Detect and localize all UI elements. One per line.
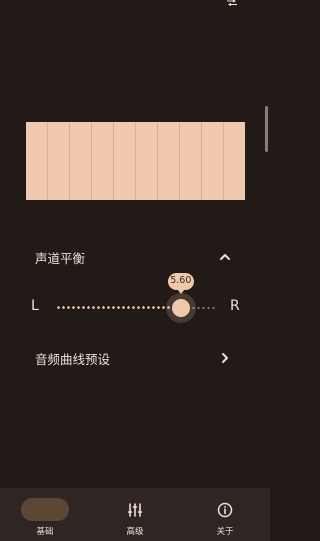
eq-band[interactable] (180, 122, 202, 200)
scroll-indicator[interactable] (265, 106, 268, 152)
nav-advanced[interactable]: 高级 (90, 488, 180, 541)
nav-basic[interactable]: 基础 (0, 488, 90, 541)
nav-basic-label: 基础 (36, 527, 54, 537)
eq-band[interactable] (26, 122, 48, 200)
info-icon (217, 502, 233, 517)
slider-thumb[interactable] (171, 299, 190, 317)
chevron-up-icon[interactable] (218, 250, 232, 264)
tune-sliders-icon (127, 502, 143, 517)
eq-band[interactable] (158, 122, 180, 200)
slider-left-label: L (31, 298, 39, 314)
nav-advanced-label: 高级 (126, 527, 144, 537)
channel-balance-header[interactable]: 声道平衡 (35, 245, 232, 269)
audio-presets-title: 音频曲线预设 (35, 351, 111, 367)
channel-balance-title: 声道平衡 (35, 250, 86, 266)
eq-band[interactable] (92, 122, 114, 200)
swap-icon (227, 0, 237, 6)
nav-about[interactable]: 关于 (180, 488, 270, 541)
chevron-right-icon (222, 353, 228, 363)
slider-track-active (56, 306, 181, 309)
eq-band[interactable] (70, 122, 92, 200)
eq-band[interactable] (202, 122, 224, 200)
nav-active-pill (21, 498, 69, 521)
eq-band[interactable] (136, 122, 158, 200)
balance-slider[interactable]: L R 5.60 (0, 270, 270, 346)
slider-value-bubble: 5.60 (167, 273, 194, 294)
audio-presets-row[interactable]: 音频曲线预设 (35, 346, 232, 370)
equalizer-panel[interactable] (26, 122, 245, 200)
eq-band[interactable] (114, 122, 136, 200)
slider-right-label: R (230, 298, 240, 314)
bottom-navigation: 基础 高级 关于 (0, 488, 270, 541)
nav-about-label: 关于 (216, 527, 234, 537)
eq-band[interactable] (48, 122, 70, 200)
eq-band[interactable] (224, 122, 245, 200)
